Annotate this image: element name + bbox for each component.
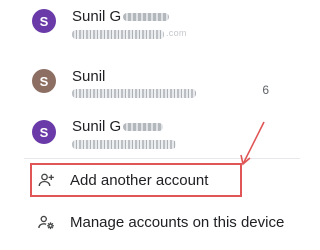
manage-accounts-icon <box>36 212 56 232</box>
account-email-redacted <box>72 30 164 39</box>
account-email-tail: .com <box>166 28 187 38</box>
manage-accounts-button[interactable]: Manage accounts on this device <box>30 205 300 239</box>
avatar: S <box>32 120 56 144</box>
account-name: Sunil <box>72 68 106 85</box>
account-name: Sunil G <box>72 118 164 135</box>
annotation-arrow-icon <box>240 121 265 166</box>
highlight-box <box>30 163 242 197</box>
account-item[interactable]: S Sunil G .com <box>0 0 300 50</box>
manage-accounts-label: Manage accounts on this device <box>70 213 285 231</box>
avatar: S <box>32 9 56 33</box>
account-email-redacted <box>72 140 176 149</box>
notification-count-badge: 6 <box>262 83 269 97</box>
account-item[interactable]: S Sunil 6 <box>0 60 300 110</box>
account-name: Sunil G <box>72 8 170 25</box>
account-email-redacted <box>72 89 196 98</box>
avatar: S <box>32 69 56 93</box>
